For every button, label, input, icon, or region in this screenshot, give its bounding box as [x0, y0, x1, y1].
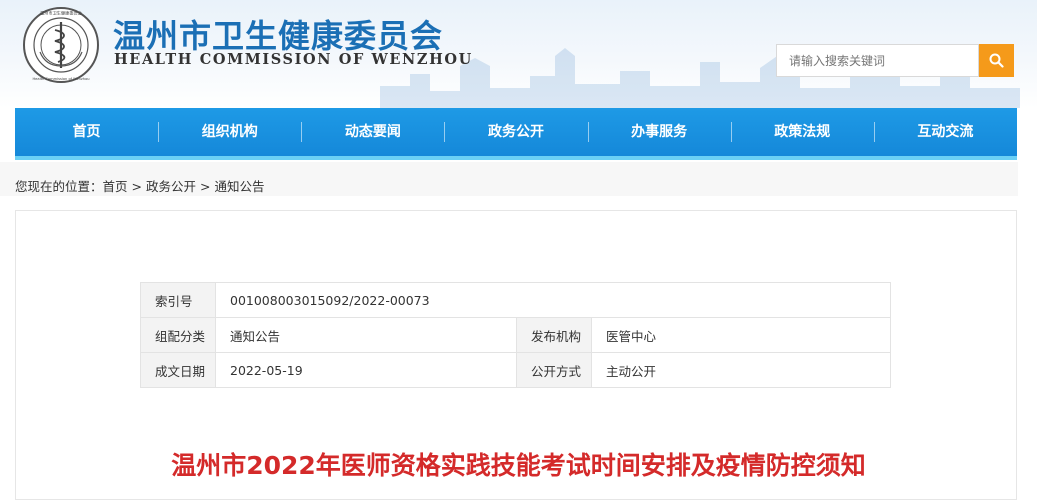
- index-value: 001008003015092/2022-00073: [215, 282, 891, 318]
- main-navigation: 首页 组织机构 动态要闻 政务公开 办事服务 政策法规 互动交流: [15, 108, 1017, 160]
- breadcrumb-separator: >: [200, 179, 211, 194]
- breadcrumb: 您现在的位置：首页 > 政务公开 > 通知公告: [15, 176, 265, 195]
- site-title-english: HEALTH COMMISSION OF WENZHOU: [114, 51, 473, 68]
- breadcrumb-separator: >: [131, 179, 143, 194]
- breadcrumb-prefix: 您现在的位置：: [15, 179, 103, 194]
- nav-item-organization[interactable]: 组织机构: [158, 108, 301, 156]
- svg-text:温州市卫生健康委员会: 温州市卫生健康委员会: [40, 10, 83, 17]
- nav-item-news[interactable]: 动态要闻: [301, 108, 444, 156]
- article-title: 温州市2022年医师资格实践技能考试时间安排及疫情防控须知: [171, 451, 866, 480]
- publisher-value: 医管中心: [591, 317, 891, 353]
- breadcrumb-link-notices[interactable]: 通知公告: [215, 179, 265, 194]
- publisher-label: 发布机构: [516, 317, 592, 353]
- nav-item-home[interactable]: 首页: [15, 108, 158, 156]
- document-metadata-table: 索引号 001008003015092/2022-00073 组配分类 通知公告…: [140, 282, 891, 388]
- nav-item-interaction[interactable]: 互动交流: [873, 108, 1017, 156]
- open-mode-label: 公开方式: [516, 352, 592, 388]
- breadcrumb-link-home[interactable]: 首页: [103, 179, 128, 194]
- category-value: 通知公告: [215, 317, 517, 353]
- table-row: 索引号 001008003015092/2022-00073: [140, 282, 891, 318]
- table-row: 成文日期 2022-05-19 公开方式 主动公开: [140, 352, 891, 388]
- breadcrumb-link-government-affairs[interactable]: 政务公开: [146, 179, 196, 194]
- nav-item-policies[interactable]: 政策法规: [730, 108, 874, 156]
- date-value: 2022-05-19: [215, 352, 517, 388]
- table-row: 组配分类 通知公告 发布机构 医管中心: [140, 317, 891, 353]
- category-label: 组配分类: [140, 317, 216, 353]
- site-header: 温州市卫生健康委员会 Health Commission of Wenzhou …: [0, 0, 1037, 108]
- search-button[interactable]: [979, 44, 1014, 77]
- index-label: 索引号: [140, 282, 216, 318]
- nav-item-services[interactable]: 办事服务: [587, 108, 731, 156]
- open-mode-value: 主动公开: [591, 352, 891, 388]
- search-icon: [989, 53, 1004, 68]
- nav-item-government-affairs[interactable]: 政务公开: [444, 108, 587, 156]
- svg-text:Health Commission of Wenzhou: Health Commission of Wenzhou: [32, 77, 89, 81]
- commission-emblem-logo: 温州市卫生健康委员会 Health Commission of Wenzhou: [23, 7, 99, 83]
- search-input[interactable]: [776, 44, 979, 77]
- date-label: 成文日期: [140, 352, 216, 388]
